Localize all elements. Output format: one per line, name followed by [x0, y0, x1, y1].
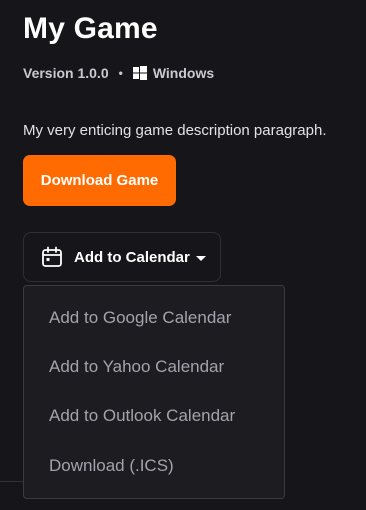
- game-meta: Version 1.0.0 • Windows: [23, 64, 214, 82]
- game-title: My Game: [23, 12, 158, 45]
- meta-separator: •: [118, 66, 123, 80]
- add-to-calendar-label: Add to Calendar: [74, 248, 190, 266]
- platform-text: Windows: [152, 65, 215, 81]
- menu-item-google-calendar[interactable]: Add to Google Calendar: [49, 308, 231, 328]
- version-text: Version 1.0.0: [23, 65, 109, 81]
- menu-item-outlook-calendar[interactable]: Add to Outlook Calendar: [49, 406, 235, 426]
- add-to-calendar-button[interactable]: Add to Calendar: [23, 232, 221, 282]
- game-description: My very enticing game description paragr…: [23, 122, 327, 139]
- download-game-button[interactable]: Download Game: [23, 155, 176, 206]
- calendar-icon: [41, 246, 63, 268]
- game-page: My Game Version 1.0.0 • Windows My very …: [0, 0, 366, 510]
- divider: [0, 481, 24, 482]
- calendar-dropdown-menu: Add to Google Calendar Add to Yahoo Cale…: [23, 285, 285, 499]
- menu-item-yahoo-calendar[interactable]: Add to Yahoo Calendar: [49, 357, 224, 377]
- windows-icon: [132, 66, 147, 80]
- caret-down-icon: [195, 255, 206, 261]
- menu-item-download-ics[interactable]: Download (.ICS): [49, 456, 174, 476]
